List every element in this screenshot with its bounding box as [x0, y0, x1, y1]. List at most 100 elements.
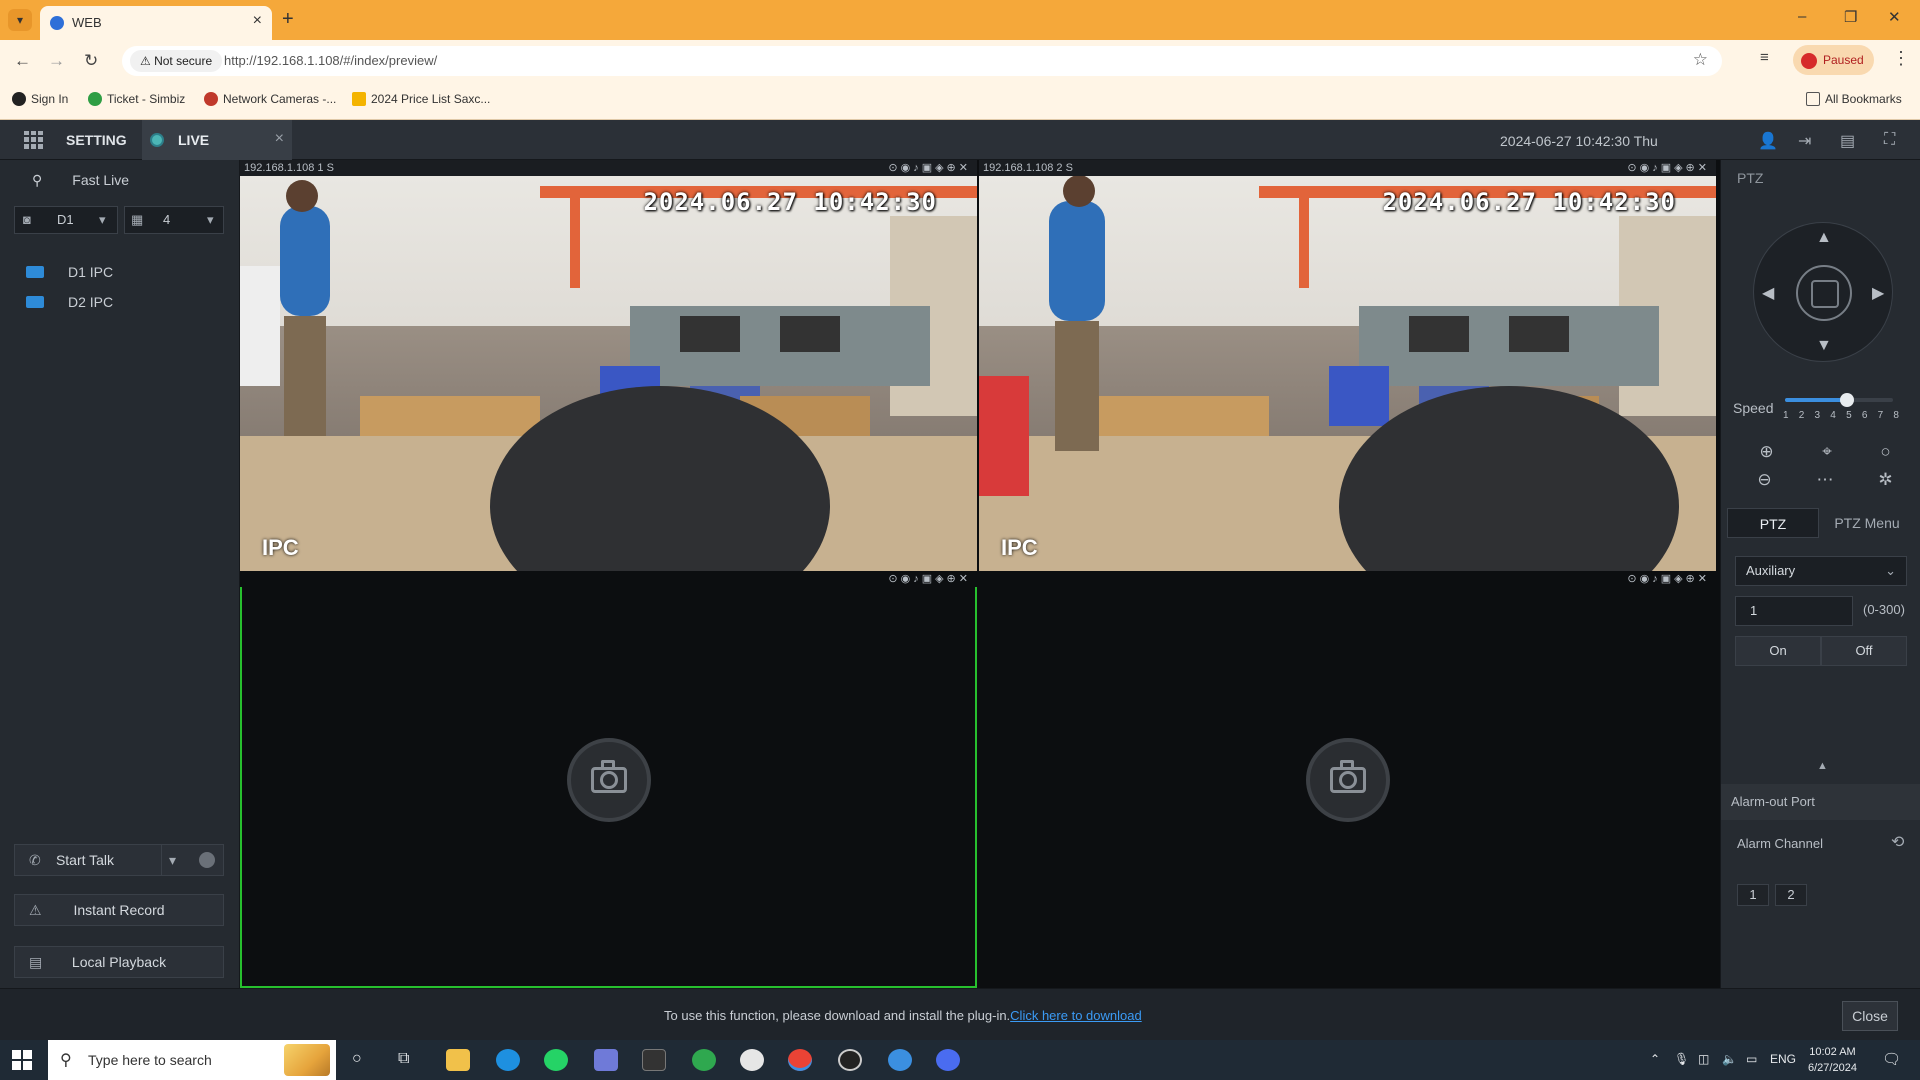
- app-icon-blue[interactable]: [888, 1049, 912, 1071]
- back-icon[interactable]: ←: [14, 51, 31, 71]
- notifications-icon[interactable]: 🗨: [1882, 1050, 1901, 1068]
- task-view-icon[interactable]: ⧉: [398, 1050, 409, 1068]
- video-cell-3[interactable]: ⊙◉♪▣◈⊕✕: [240, 571, 977, 988]
- speed-slider-handle[interactable]: [1839, 393, 1854, 407]
- tray-chevron-icon[interactable]: ⌃: [1650, 1052, 1660, 1066]
- display-icon[interactable]: ▭: [1746, 1052, 1757, 1066]
- new-tab-button[interactable]: +: [282, 8, 294, 31]
- user-icon[interactable]: 👤: [1758, 131, 1778, 151]
- logout-icon[interactable]: ⇥: [1798, 131, 1811, 151]
- bookmark-ticket-simbiz[interactable]: Ticket - Simbiz: [88, 92, 185, 106]
- tab-live[interactable]: LIVE ×: [142, 120, 292, 160]
- alarm-toggle-icon[interactable]: ⟲: [1891, 832, 1904, 852]
- url-text[interactable]: http://192.168.1.108/#/index/preview/: [224, 53, 437, 68]
- close-notice-button[interactable]: Close: [1842, 1001, 1898, 1031]
- auxiliary-select[interactable]: Auxiliary ⌄: [1735, 556, 1907, 586]
- close-tab-icon[interactable]: ×: [253, 12, 262, 30]
- reload-icon[interactable]: ↻: [84, 51, 98, 71]
- bookmark-sign-in[interactable]: Sign In: [12, 92, 68, 106]
- app-icon-cloud[interactable]: [740, 1049, 764, 1071]
- ptz-right-icon[interactable]: ▶: [1872, 283, 1884, 303]
- browser-tab-web[interactable]: WEB ×: [40, 6, 272, 40]
- not-secure-chip[interactable]: ⚠ Not secure: [130, 50, 223, 72]
- alarm-out-port-header[interactable]: Alarm-out Port: [1721, 784, 1920, 820]
- windows-start-icon[interactable]: [12, 1050, 32, 1070]
- fast-live-toggle[interactable]: ⚲ Fast Live: [32, 172, 129, 189]
- media-control-icon[interactable]: ≡: [1760, 49, 1769, 66]
- setting-tab[interactable]: SETTING: [66, 132, 127, 148]
- ptz-left-icon[interactable]: ◀: [1762, 283, 1774, 303]
- tab-ptz-menu[interactable]: PTZ Menu: [1819, 508, 1915, 538]
- close-window-button[interactable]: ✕: [1888, 8, 1901, 26]
- ptz-direction-dial[interactable]: ▲ ▼ ◀ ▶: [1753, 222, 1893, 362]
- layout-icon[interactable]: ▤: [1840, 131, 1855, 151]
- ptz-center-icon[interactable]: [1796, 265, 1852, 321]
- fullscreen-icon[interactable]: ⛶: [1884, 131, 1895, 149]
- layout-select[interactable]: ▦ 4 ▾: [124, 206, 224, 234]
- ptz-down-icon[interactable]: ▼: [1816, 337, 1832, 355]
- instant-record-button[interactable]: ⚠ Instant Record: [14, 894, 224, 926]
- iris-open-icon[interactable]: ○: [1880, 442, 1890, 462]
- bookmark-price-list[interactable]: 2024 Price List Saxc...: [352, 92, 490, 106]
- browser-menu-icon[interactable]: ⋮: [1892, 48, 1910, 69]
- focus-far-icon[interactable]: ⋯: [1816, 470, 1833, 490]
- bookmark-star-icon[interactable]: ☆: [1693, 50, 1708, 70]
- input-language[interactable]: ENG: [1770, 1052, 1796, 1066]
- all-bookmarks[interactable]: All Bookmarks: [1806, 92, 1902, 106]
- main-menu-icon[interactable]: [24, 131, 44, 149]
- whatsapp-icon[interactable]: [544, 1049, 568, 1071]
- volume-icon[interactable]: 🔈: [1722, 1052, 1737, 1066]
- edge-icon[interactable]: [496, 1049, 520, 1071]
- teams-icon[interactable]: [594, 1049, 618, 1071]
- chrome-icon[interactable]: [788, 1049, 812, 1071]
- iris-close-icon[interactable]: ✲: [1878, 470, 1892, 490]
- tab-list-button[interactable]: ▾: [8, 9, 32, 31]
- terminal-icon[interactable]: [642, 1049, 666, 1071]
- focus-near-icon[interactable]: ⌖: [1822, 442, 1832, 462]
- talk-dropdown-icon[interactable]: ▾: [169, 845, 176, 875]
- alarm-channel-2-button[interactable]: 2: [1775, 884, 1807, 906]
- restore-button[interactable]: ❐: [1844, 8, 1857, 26]
- video-cell-4[interactable]: ⊙◉♪▣◈⊕✕: [979, 571, 1716, 988]
- alarm-channel-1-button[interactable]: 1: [1737, 884, 1769, 906]
- ptz-up-icon[interactable]: ▲: [1816, 229, 1832, 247]
- bookmark-network-cameras[interactable]: Network Cameras -...: [204, 92, 336, 106]
- device-item-d1[interactable]: D1 IPC: [26, 264, 113, 280]
- bookmark-label: Sign In: [31, 92, 69, 106]
- forward-icon[interactable]: →: [48, 51, 65, 71]
- auxiliary-number-input[interactable]: 1: [1735, 596, 1853, 626]
- stream-select[interactable]: ◙ D1 ▾: [14, 206, 118, 234]
- address-bar[interactable]: ⚠ Not secure http://192.168.1.108/#/inde…: [122, 46, 1722, 76]
- start-talk-button[interactable]: ✆ Start Talk ▾: [14, 844, 224, 876]
- cell-toolbar-icons[interactable]: ⊙◉♪▣◈⊕✕: [1627, 160, 1710, 176]
- local-playback-button[interactable]: ▤ Local Playback: [14, 946, 224, 978]
- zoom-in-icon[interactable]: ⊕: [1759, 442, 1773, 462]
- tab-ptz[interactable]: PTZ: [1727, 508, 1819, 538]
- app-icon-green[interactable]: [692, 1049, 716, 1071]
- aux-off-button[interactable]: Off: [1821, 636, 1907, 666]
- taskbar-clock[interactable]: 10:02 AM 6/27/2024: [1808, 1044, 1857, 1076]
- cortana-icon[interactable]: ○: [352, 1050, 362, 1068]
- file-explorer-icon[interactable]: [446, 1049, 470, 1071]
- microphone-icon[interactable]: 🎙: [1674, 1052, 1689, 1066]
- cell-toolbar-icons[interactable]: ⊙◉♪▣◈⊕✕: [888, 571, 971, 587]
- plugin-notice-bar: To use this function, please download an…: [0, 988, 1920, 1040]
- profile-paused-button[interactable]: Paused: [1793, 45, 1874, 75]
- speed-slider[interactable]: [1785, 393, 1893, 407]
- download-plugin-link[interactable]: Click here to download: [1010, 1008, 1142, 1023]
- zoom-out-icon[interactable]: ⊖: [1757, 470, 1771, 490]
- device-item-d2[interactable]: D2 IPC: [26, 294, 113, 310]
- video-cell-1[interactable]: 192.168.1.108 1 S ⊙◉♪▣◈⊕✕ 2024.06.27 10:…: [240, 160, 977, 571]
- close-live-tab-icon[interactable]: ×: [275, 130, 284, 148]
- minimize-button[interactable]: –: [1798, 8, 1806, 25]
- app-icon-clock[interactable]: [838, 1049, 862, 1071]
- video-cell-2[interactable]: 192.168.1.108 2 S ⊙◉♪▣◈⊕✕ 2024.06.27 10:…: [979, 160, 1716, 571]
- aux-on-button[interactable]: On: [1735, 636, 1821, 666]
- collapse-up-icon[interactable]: ▲: [1817, 760, 1828, 772]
- network-icon[interactable]: ◫: [1698, 1052, 1709, 1066]
- app-icon-circle[interactable]: [936, 1049, 960, 1071]
- cell-toolbar-icons[interactable]: ⊙◉♪▣◈⊕✕: [888, 160, 971, 176]
- camera-label: 192.168.1.108 1 S: [244, 162, 334, 174]
- taskbar-search[interactable]: ⚲ Type here to search: [48, 1040, 336, 1080]
- cell-toolbar-icons[interactable]: ⊙◉♪▣◈⊕✕: [1627, 571, 1710, 587]
